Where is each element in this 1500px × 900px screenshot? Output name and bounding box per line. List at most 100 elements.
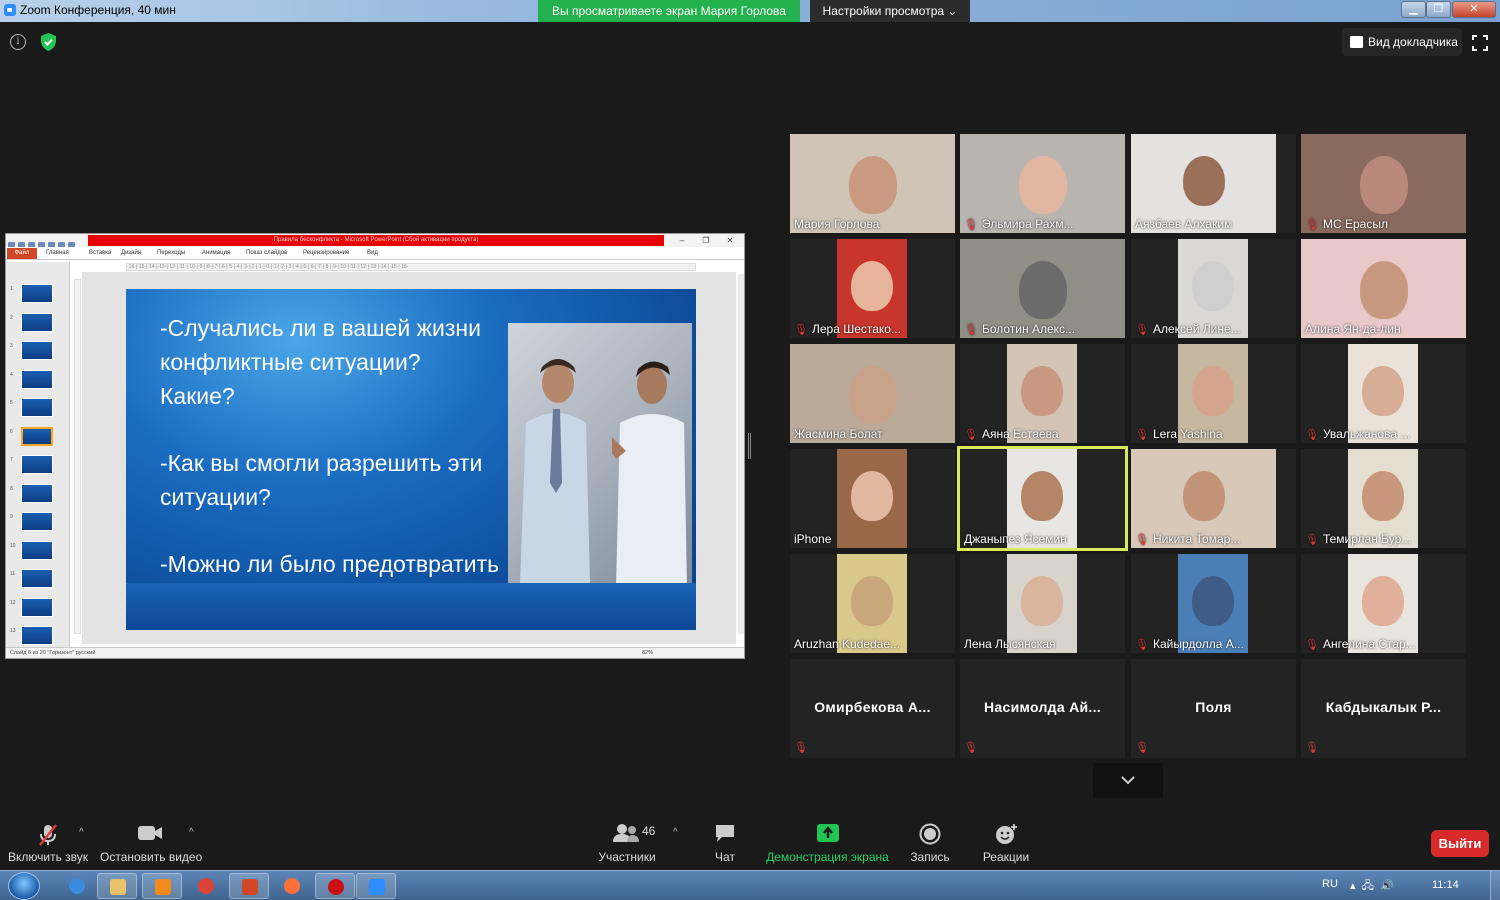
start-button[interactable] (8, 872, 40, 900)
participant-tile[interactable]: Аязбаев Алхаким (1131, 134, 1296, 233)
participant-tile[interactable]: 🎙 Lera Yashina (1131, 344, 1296, 443)
participant-tile[interactable]: 🎙 Увальжанова ... (1301, 344, 1466, 443)
slide-thumbnail[interactable] (21, 540, 53, 560)
show-desktop-button[interactable] (1490, 871, 1500, 900)
internet-explorer-taskbar-button[interactable] (57, 873, 97, 899)
participant-name: 🎙 Никита Томар... (1135, 532, 1240, 546)
reactions-button[interactable]: Реакции (978, 815, 1034, 870)
ppt-tab[interactable]: Показ слайдов (246, 250, 287, 256)
ppt-tab[interactable]: Анимация (202, 250, 230, 256)
participant-tile[interactable]: Джаныпез Ясемин (957, 446, 1128, 551)
slide-thumbnail[interactable] (21, 483, 53, 503)
ppt-tab[interactable]: Вид (367, 250, 378, 256)
participant-tile[interactable]: 🎙 Болотин Алекс... (960, 239, 1125, 338)
slide-photo (508, 323, 692, 583)
participant-name-text: Темирлан Бур... (1322, 532, 1412, 546)
participant-tile[interactable]: 🎙 Эльмира Рахм... (960, 134, 1125, 233)
chrome-taskbar-button[interactable] (186, 873, 226, 899)
participant-name: 🎙 МС Ерасыл (1305, 217, 1388, 231)
maximize-button[interactable]: ❐ (1426, 1, 1451, 18)
participant-tile[interactable]: 🎙 Ангелина Стар... (1301, 554, 1466, 653)
participant-tile[interactable]: 🎙 Темирлан Бур... (1301, 449, 1466, 548)
participant-tile[interactable]: 🎙 Алексей Лине... (1131, 239, 1296, 338)
unmute-button[interactable]: Включить звук (5, 815, 91, 870)
participant-tile[interactable]: 🎙 Лера Шестако... (790, 239, 955, 338)
record-button[interactable]: Запись (905, 815, 955, 870)
video-options-caret[interactable]: ^ (189, 827, 194, 838)
participant-tile[interactable]: Насимолда Ай... 🎙 (960, 659, 1125, 758)
mic-muted-icon: 🎙 (964, 742, 978, 754)
leave-meeting-button[interactable]: Выйти (1431, 830, 1489, 857)
participant-tile[interactable]: 🎙 Аяна Естаева (960, 344, 1125, 443)
mic-muted-icon: 🎙 (1305, 742, 1319, 754)
chevron-down-icon (1121, 776, 1135, 785)
system-tray[interactable]: ▴ 🖧 🔊 (1350, 877, 1394, 896)
fullscreen-icon[interactable] (1472, 35, 1488, 51)
gallery-next-page-button[interactable] (1093, 763, 1163, 798)
participant-name-text: Ангелина Стар... (1322, 637, 1416, 651)
record-label: Запись (910, 850, 950, 864)
participant-tile[interactable]: Омирбекова А... 🎙 (790, 659, 955, 758)
encryption-shield-icon[interactable] (40, 33, 57, 51)
media-player-taskbar-button[interactable] (142, 873, 182, 899)
participant-tile[interactable]: 🎙 Кайырдолла А... (1131, 554, 1296, 653)
participant-tile[interactable]: 🎙 МС Ерасыл (1301, 134, 1466, 233)
share-screen-button[interactable]: Демонстрация экрана (765, 815, 890, 870)
participant-name: 🎙 Аяна Естаева (964, 427, 1059, 441)
slide-thumbnail[interactable] (21, 369, 53, 389)
slide-thumbnail[interactable] (21, 426, 53, 446)
file-explorer-taskbar-button[interactable] (97, 873, 137, 899)
ppt-tab[interactable]: Переходы (157, 250, 185, 256)
zoom-taskbar-button[interactable] (356, 873, 396, 899)
slide-thumbnail[interactable] (21, 569, 53, 588)
participant-tile[interactable]: Мария Горлова (790, 134, 955, 233)
participant-tile[interactable]: 🎙 Никита Томар... (1131, 449, 1296, 548)
slide-thumbnail[interactable] (21, 626, 53, 645)
stop-video-button[interactable]: Остановить видео (100, 815, 202, 870)
slide-thumbnail[interactable] (21, 597, 53, 617)
ppt-tab[interactable]: Вставка (89, 250, 111, 256)
slide-thumbnail[interactable] (21, 284, 53, 303)
slide-thumbnail[interactable] (21, 455, 53, 474)
slide-thumbnail[interactable] (21, 341, 53, 360)
participants-options-caret[interactable]: ^ (673, 827, 678, 838)
taskbar-clock[interactable]: 11:14 (1432, 879, 1459, 891)
speaker-view-button[interactable]: Вид докладчика (1342, 28, 1462, 56)
powerpoint-taskbar-button[interactable] (229, 873, 269, 899)
slide-thumbnail[interactable] (21, 312, 53, 332)
slide-thumbnail[interactable] (21, 512, 53, 531)
participant-tile[interactable]: Алина Ян-да-лин (1301, 239, 1466, 338)
minimize-button[interactable]: ▁ (1401, 1, 1426, 18)
info-icon[interactable]: i (10, 34, 26, 50)
close-button[interactable]: ✕ (1452, 1, 1496, 18)
firefox-taskbar-button[interactable] (272, 873, 312, 899)
ppt-maximize: ❐ (702, 236, 710, 245)
current-slide: -Случались ли в вашей жизни конфликтные … (126, 289, 696, 630)
audio-options-caret[interactable]: ^ (79, 827, 84, 838)
chat-icon (716, 825, 734, 842)
ppt-tab[interactable]: Дизайн (121, 250, 141, 256)
participant-tile[interactable]: Aruzhan Kudedae... (790, 554, 955, 653)
participant-tile[interactable]: iPhone (790, 449, 955, 548)
participant-face (1018, 156, 1067, 214)
ppt-tab[interactable]: Файл (7, 248, 37, 259)
participant-tile[interactable]: Лена Лысянская (960, 554, 1125, 653)
participant-tile[interactable]: Жасмина Болат (790, 344, 955, 443)
ppt-tab[interactable]: Рецензирование (303, 250, 349, 256)
participant-tile[interactable]: Кабдыкалык Р... 🎙 (1301, 659, 1466, 758)
language-indicator[interactable]: RU (1322, 878, 1338, 890)
thumbnail-number: 6 (10, 428, 13, 435)
slide-thumbnail[interactable] (21, 398, 53, 417)
participant-face (848, 366, 897, 424)
ppt-scrollbar[interactable] (738, 274, 744, 634)
ppt-tab[interactable]: Главная (46, 250, 69, 256)
participants-count: 46 (642, 824, 656, 838)
reactions-smiley-icon (996, 824, 1017, 844)
split-divider-handle[interactable] (748, 433, 751, 459)
participant-face (1359, 261, 1408, 319)
chat-button[interactable]: Чат (700, 815, 750, 870)
opera-taskbar-button[interactable] (315, 873, 355, 899)
view-options-dropdown[interactable]: Настройки просмотра ⌄ (810, 0, 970, 22)
participant-name: Жасмина Болат (794, 427, 883, 441)
participant-tile[interactable]: Поля 🎙 (1131, 659, 1296, 758)
